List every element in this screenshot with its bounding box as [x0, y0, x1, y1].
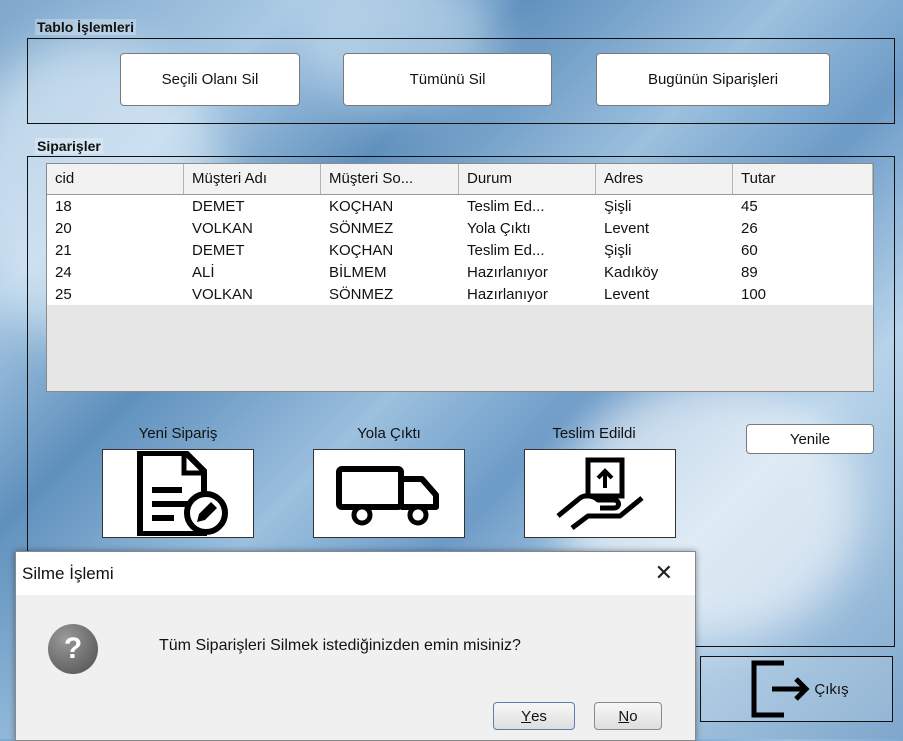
- exit-icon: [751, 660, 810, 718]
- table-cell: Levent: [604, 286, 650, 303]
- column-header[interactable]: Müşteri Adı: [184, 164, 321, 194]
- table-cell: 60: [741, 242, 758, 259]
- table-cell: Hazırlanıyor: [467, 264, 548, 281]
- table-cell: Kadıköy: [604, 264, 659, 281]
- yes-label: es: [531, 707, 547, 725]
- table-row[interactable]: 18 DEMET KOÇHAN Teslim Ed... Şişli 45: [47, 195, 873, 217]
- exit-label: Çıkış: [814, 680, 849, 698]
- column-header[interactable]: Adres: [596, 164, 733, 194]
- table-cell: 18: [55, 198, 72, 215]
- yes-button[interactable]: Yes: [493, 702, 575, 730]
- column-header[interactable]: Müşteri So...: [321, 164, 459, 194]
- on-the-way-label: Yola Çıktı: [357, 425, 421, 442]
- dialog-message: Tüm Siparişleri Silmek istediğinizden em…: [159, 637, 521, 654]
- table-cell: SÖNMEZ: [329, 220, 394, 237]
- table-cell: KOÇHAN: [329, 198, 394, 215]
- new-order-label: Yeni Sipariş: [138, 425, 218, 442]
- table-cell: VOLKAN: [192, 286, 253, 303]
- document-edit-icon: [137, 451, 228, 536]
- table-cell: DEMET: [192, 198, 245, 215]
- dialog-title: Silme İşlemi: [22, 563, 114, 583]
- delivered-button[interactable]: [524, 449, 676, 538]
- exit-button[interactable]: Çıkış: [700, 656, 893, 722]
- dialog-titlebar[interactable]: Silme İşlemi ✕: [16, 552, 695, 595]
- table-cell: VOLKAN: [192, 220, 253, 237]
- today-orders-button[interactable]: Bugünün Siparişleri: [596, 53, 830, 106]
- table-cell: Teslim Ed...: [467, 242, 545, 259]
- yes-mnemonic: Y: [521, 707, 532, 725]
- table-cell: 20: [55, 220, 72, 237]
- refresh-button[interactable]: Yenile: [746, 424, 874, 454]
- table-cell: 100: [741, 286, 767, 303]
- table-operations-title: Tablo İşlemleri: [35, 19, 136, 35]
- table-cell: Yola Çıktı: [467, 220, 531, 237]
- table-cell: 21: [55, 242, 72, 259]
- table-cell: BİLMEM: [329, 264, 387, 281]
- delete-all-button[interactable]: Tümünü Sil: [343, 53, 552, 106]
- close-icon[interactable]: ✕: [655, 560, 673, 586]
- no-button[interactable]: No: [594, 702, 662, 730]
- delivered-label: Teslim Edildi: [552, 425, 636, 442]
- table-cell: Şişli: [604, 242, 632, 259]
- no-label: o: [629, 707, 638, 725]
- table-cell: ALİ: [192, 264, 215, 281]
- orders-title: Siparişler: [35, 138, 103, 154]
- table-row[interactable]: 20 VOLKAN SÖNMEZ Yola Çıktı Levent 26: [47, 217, 873, 239]
- table-cell: Hazırlanıyor: [467, 286, 548, 303]
- column-header[interactable]: Tutar: [733, 164, 873, 194]
- truck-icon: [336, 465, 439, 525]
- table-row[interactable]: 24 ALİ BİLMEM Hazırlanıyor Kadıköy 89: [47, 261, 873, 283]
- table-row[interactable]: 25 VOLKAN SÖNMEZ Hazırlanıyor Levent 100: [47, 283, 873, 305]
- table-cell: Levent: [604, 220, 650, 237]
- table-cell: 26: [741, 220, 758, 237]
- no-mnemonic: N: [618, 707, 630, 725]
- column-header[interactable]: Durum: [459, 164, 596, 194]
- table-cell: 45: [741, 198, 758, 215]
- table-header: cid Müşteri Adı Müşteri So... Durum Adre…: [47, 164, 873, 195]
- table-cell: KOÇHAN: [329, 242, 394, 259]
- table-cell: 24: [55, 264, 72, 281]
- question-icon: ?: [48, 624, 98, 674]
- table-cell: 89: [741, 264, 758, 281]
- delete-selected-button[interactable]: Seçili Olanı Sil: [120, 53, 300, 106]
- hand-package-icon: [556, 457, 644, 530]
- table-row[interactable]: 21 DEMET KOÇHAN Teslim Ed... Şişli 60: [47, 239, 873, 261]
- table-cell: DEMET: [192, 242, 245, 259]
- new-order-button[interactable]: [102, 449, 254, 538]
- table-cell: Şişli: [604, 198, 632, 215]
- on-the-way-button[interactable]: [313, 449, 465, 538]
- table-cell: 25: [55, 286, 72, 303]
- table-cell: Teslim Ed...: [467, 198, 545, 215]
- orders-table[interactable]: cid Müşteri Adı Müşteri So... Durum Adre…: [46, 163, 874, 392]
- column-header[interactable]: cid: [47, 164, 184, 194]
- table-cell: SÖNMEZ: [329, 286, 394, 303]
- delete-confirm-dialog: Silme İşlemi ✕ ? Tüm Siparişleri Silmek …: [15, 551, 696, 741]
